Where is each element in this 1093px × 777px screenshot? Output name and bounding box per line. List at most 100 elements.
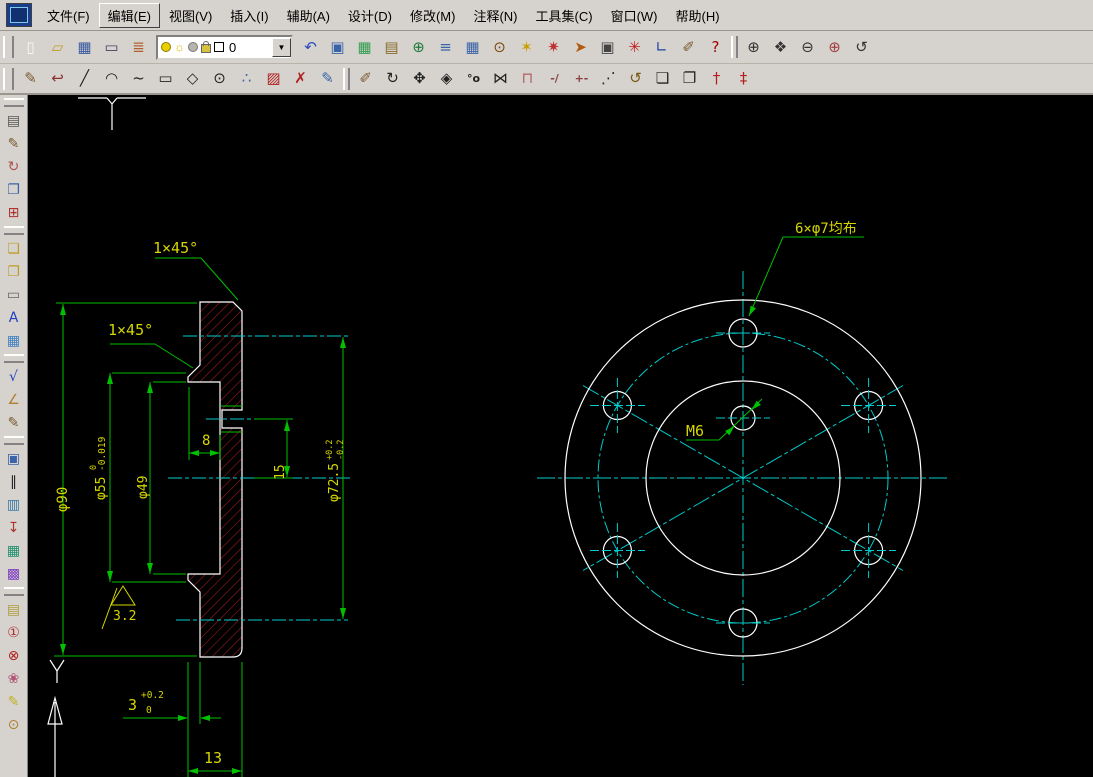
menu-item-help[interactable]: 帮助(H) xyxy=(667,3,729,28)
notes-button[interactable]: ✎ xyxy=(1,411,26,434)
verify-button[interactable]: √ xyxy=(1,365,26,388)
regen-button[interactable]: ↺ xyxy=(622,65,649,92)
toolbar-grip[interactable] xyxy=(3,436,24,445)
mirror-button[interactable]: ⋈ xyxy=(487,65,514,92)
image-button[interactable]: ▦ xyxy=(1,329,26,352)
menu-item-edit[interactable]: 编辑(E) xyxy=(98,2,160,28)
array-button[interactable]: ⊓ xyxy=(514,65,541,92)
mirror-copy-button[interactable]: ◈ xyxy=(433,65,460,92)
erase-button[interactable]: ✗ xyxy=(287,65,314,92)
pan-button[interactable]: ❖ xyxy=(767,34,794,60)
table-button[interactable]: ▦ xyxy=(459,34,486,60)
hatch-button[interactable]: ▨ xyxy=(260,65,287,92)
zoom-realtime-button[interactable]: ⊕ xyxy=(740,34,767,60)
toolbar-grip[interactable] xyxy=(3,98,24,107)
circle-button[interactable]: ⊙ xyxy=(206,65,233,92)
zoom-out-button[interactable]: ⊖ xyxy=(794,34,821,60)
toolbar-grip[interactable] xyxy=(3,354,24,363)
ucs-button[interactable]: ∟ xyxy=(648,34,675,60)
parallel-button[interactable]: ∥ xyxy=(1,470,26,493)
paste-button[interactable]: ❐ xyxy=(1,260,26,283)
redo-curve-button[interactable]: ↩ xyxy=(44,65,71,92)
section-button[interactable]: ▥ xyxy=(1,493,26,516)
palette-button[interactable]: ▩ xyxy=(1,562,26,585)
flag-button[interactable]: ➤ xyxy=(567,34,594,60)
plot-button[interactable]: ▭ xyxy=(98,34,125,60)
snapshot-button[interactable]: ▣ xyxy=(594,34,621,60)
copy-button[interactable]: ❏ xyxy=(1,237,26,260)
annotate-button[interactable]: ✎ xyxy=(314,65,341,92)
edit-button[interactable]: ✐ xyxy=(352,65,379,92)
menu-item-toolset[interactable]: 工具集(C) xyxy=(527,3,602,28)
toolbar-grip[interactable] xyxy=(343,67,350,90)
layers-button[interactable]: ❐ xyxy=(1,178,26,201)
undo-button[interactable]: ↶ xyxy=(297,34,324,60)
ole-object-button[interactable]: ⊞ xyxy=(1,201,26,224)
arc-button[interactable]: ◠ xyxy=(98,65,125,92)
layer-manager-button[interactable]: ≣ xyxy=(125,34,152,60)
stamp-button[interactable]: ✐ xyxy=(675,34,702,60)
menu-item-assist[interactable]: 辅助(A) xyxy=(278,3,339,28)
menu-item-design[interactable]: 设计(D) xyxy=(339,3,401,28)
offset-button[interactable]: °o xyxy=(460,65,487,92)
dimension-button[interactable]: ↧ xyxy=(1,516,26,539)
chamfer-button[interactable]: -/ xyxy=(541,65,568,92)
trim-button[interactable]: † xyxy=(703,65,730,92)
menu-item-insert[interactable]: 插入(I) xyxy=(221,3,277,28)
no-delete-button[interactable]: ⊗ xyxy=(1,644,26,667)
highlight-button[interactable]: ✎ xyxy=(1,690,26,713)
polygon-button[interactable]: ◇ xyxy=(179,65,206,92)
wand-red-button[interactable]: ✷ xyxy=(540,34,567,60)
point-button[interactable]: ∴ xyxy=(233,65,260,92)
grid-settings-button[interactable]: ▦ xyxy=(351,34,378,60)
purge-button[interactable]: ✳ xyxy=(621,34,648,60)
plot-sheet-button[interactable]: ▤ xyxy=(1,109,26,132)
rectangle-button[interactable]: ▭ xyxy=(152,65,179,92)
toolbar-grip[interactable] xyxy=(3,67,14,90)
zoom-previous-button[interactable]: ↺ xyxy=(848,34,875,60)
find-button[interactable]: ⊙ xyxy=(486,34,513,60)
toolbar-grip[interactable] xyxy=(731,36,738,58)
toolbar-grip[interactable] xyxy=(3,587,24,596)
keypad-button[interactable]: ▦ xyxy=(1,539,26,562)
menu-item-annotate[interactable]: 注释(N) xyxy=(464,3,526,28)
edit-sheet-button[interactable]: ✎ xyxy=(1,132,26,155)
zoom-window-button[interactable]: ⊕ xyxy=(821,34,848,60)
new-button[interactable]: ▯ xyxy=(17,34,44,60)
drawing-canvas[interactable]: 1×45° 1×45° φ90 φ55 -0.019 0 φ49 8 15 φ7… xyxy=(28,95,1093,777)
measure-button[interactable]: ⊙ xyxy=(1,713,26,736)
toolbar-grip[interactable] xyxy=(3,36,14,58)
menu-item-view[interactable]: 视图(V) xyxy=(160,3,221,28)
menu-item-modify[interactable]: 修改(M) xyxy=(401,3,465,28)
frame-button[interactable]: ▣ xyxy=(324,34,351,60)
layer-combo-dropdown-icon[interactable]: ▼ xyxy=(272,37,291,57)
sheet-button[interactable]: ✎ xyxy=(17,65,44,92)
report-button[interactable]: ▤ xyxy=(1,598,26,621)
seal-button[interactable]: ❀ xyxy=(1,667,26,690)
stretch-button[interactable]: ❏ xyxy=(649,65,676,92)
extend-button[interactable]: ‡ xyxy=(730,65,757,92)
menu-item-file[interactable]: 文件(F) xyxy=(38,3,99,28)
balloon-button[interactable]: ① xyxy=(1,621,26,644)
open-button[interactable]: ▱ xyxy=(44,34,71,60)
fillet-button[interactable]: +- xyxy=(568,65,595,92)
spline-button[interactable]: ~ xyxy=(125,65,152,92)
help-button[interactable]: ? xyxy=(702,34,729,60)
cube-button[interactable]: ▣ xyxy=(1,447,26,470)
database-button[interactable]: ≡ xyxy=(432,34,459,60)
view-sheet-button[interactable]: ▭ xyxy=(1,283,26,306)
redraw-button[interactable]: ↻ xyxy=(1,155,26,178)
line-button[interactable]: ╱ xyxy=(71,65,98,92)
text-style-button[interactable]: A xyxy=(1,306,26,329)
rotate-button[interactable]: ↻ xyxy=(379,65,406,92)
app-logo-icon[interactable] xyxy=(6,3,32,27)
move-button[interactable]: ✥ xyxy=(406,65,433,92)
shear-button[interactable]: ❐ xyxy=(676,65,703,92)
break-button[interactable]: ⋰ xyxy=(595,65,622,92)
save-button[interactable]: ▦ xyxy=(71,34,98,60)
layer-combo[interactable]: ☼ 0 ▼ xyxy=(156,34,293,60)
toolbar-grip[interactable] xyxy=(3,226,24,235)
wand-yellow-button[interactable]: ✶ xyxy=(513,34,540,60)
print-preview-button[interactable]: ▤ xyxy=(378,34,405,60)
angle-button[interactable]: ∠ xyxy=(1,388,26,411)
